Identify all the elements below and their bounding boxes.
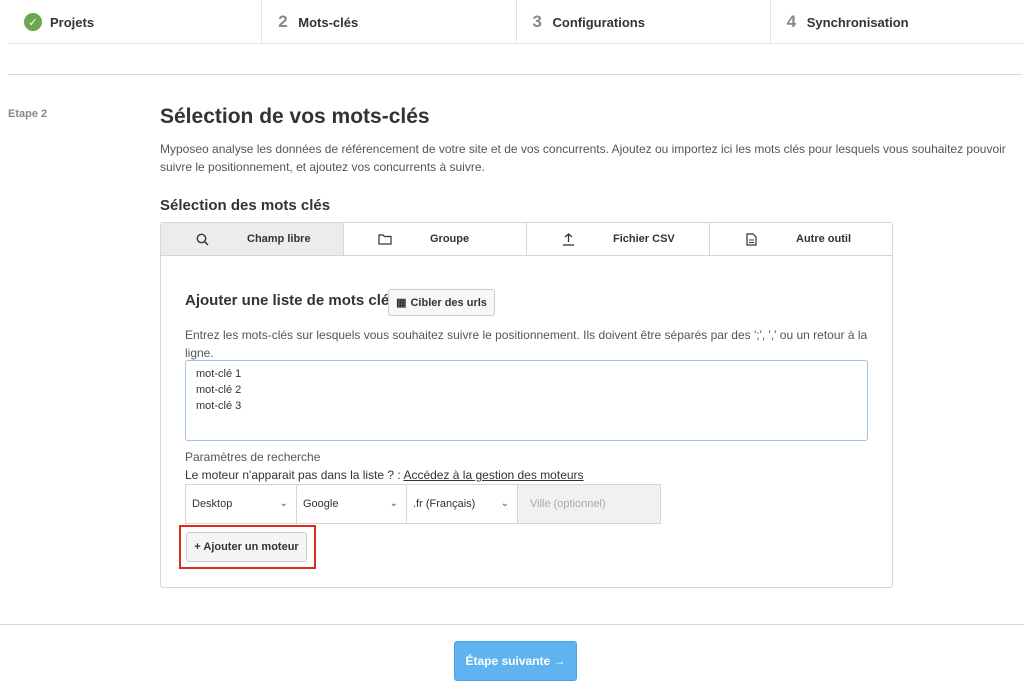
panel-subtitle: Ajouter une liste de mots clés <box>185 292 398 309</box>
city-placeholder: Ville (optionnel) <box>530 498 606 510</box>
search-params-label: Paramètres de recherche <box>185 450 321 464</box>
section-title: Sélection des mots clés <box>160 197 331 214</box>
keyword-line: mot-clé 1 <box>196 368 242 380</box>
tab-champ-libre[interactable]: Champ libre <box>161 223 344 255</box>
step-label: Synchronisation <box>806 14 909 30</box>
step-number: 2 <box>278 12 288 31</box>
chevron-down-icon: ⌄ <box>389 498 398 509</box>
step-label: Configurations <box>552 14 645 30</box>
step-label: Mots-clés <box>298 14 359 30</box>
grid-icon: ▦ <box>396 297 407 309</box>
tab-autre-outil[interactable]: Autre outil <box>710 223 892 255</box>
step-number: 3 <box>532 12 542 31</box>
chevron-down-icon: ⌄ <box>279 498 288 509</box>
engine-value: Google <box>303 498 339 510</box>
tab-label: Champ libre <box>247 233 311 245</box>
step-projets[interactable]: ✓ Projets <box>8 0 263 44</box>
tab-groupe[interactable]: Groupe <box>344 223 527 255</box>
check-circle-icon: ✓ <box>24 13 42 31</box>
tab-label: Autre outil <box>796 233 851 245</box>
engine-management-link[interactable]: Accédez à la gestion des moteurs <box>403 468 583 482</box>
tab-label: Fichier CSV <box>613 233 675 245</box>
device-select[interactable]: Desktop ⌄ <box>185 484 297 524</box>
engine-select[interactable]: Google ⌄ <box>296 484 407 524</box>
city-input[interactable]: Ville (optionnel) <box>517 484 661 524</box>
add-engine-button[interactable]: + Ajouter un moteur <box>186 532 307 562</box>
divider <box>0 624 1024 625</box>
divider <box>8 74 1022 75</box>
locale-select[interactable]: .fr (Français) ⌄ <box>406 484 518 524</box>
target-urls-button[interactable]: ▦ Cibler des urls <box>388 289 495 316</box>
device-value: Desktop <box>192 498 233 510</box>
upload-icon <box>561 232 575 246</box>
document-icon <box>744 232 758 246</box>
step-number: 4 <box>786 12 797 31</box>
folder-icon <box>378 232 392 246</box>
target-urls-label: Cibler des urls <box>410 296 487 309</box>
stepper: ✓ Projets 2 Mots-clés 3 Configurations 4… <box>8 0 1024 44</box>
step-mots-cles[interactable]: 2 Mots-clés <box>262 0 517 44</box>
engine-row: Desktop ⌄ Google ⌄ .fr (Français) ⌄ Vill… <box>185 484 661 524</box>
chevron-down-icon: ⌄ <box>500 498 509 509</box>
step-indicator: Etape 2 <box>8 108 48 120</box>
keyword-source-tabs: Champ libre Groupe Fichier CSV Autre out… <box>160 222 893 256</box>
step-synchronisation[interactable]: 4 Synchronisation <box>771 0 1024 44</box>
keywords-textarea[interactable]: mot-clé 1 mot-clé 2 mot-clé 3 <box>185 360 868 441</box>
tab-label: Groupe <box>430 233 470 245</box>
step-label: Projets <box>50 14 95 30</box>
step-configurations[interactable]: 3 Configurations <box>517 0 771 44</box>
next-step-button[interactable]: Étape suivante → <box>454 641 577 681</box>
keyword-line: mot-clé 2 <box>196 384 242 396</box>
engine-note: Le moteur n'apparait pas dans la liste ?… <box>185 468 584 482</box>
locale-value: .fr (Français) <box>413 498 476 510</box>
engine-note-text: Le moteur n'apparait pas dans la liste ?… <box>185 468 404 482</box>
tab-fichier-csv[interactable]: Fichier CSV <box>527 223 710 255</box>
page-title: Sélection de vos mots-clés <box>160 105 430 128</box>
search-icon <box>195 232 209 246</box>
keyword-hint: Entrez les mots-clés sur lesquels vous s… <box>185 328 868 360</box>
keyword-line: mot-clé 3 <box>196 400 242 412</box>
page-description: Myposeo analyse les données de référence… <box>160 142 1006 174</box>
